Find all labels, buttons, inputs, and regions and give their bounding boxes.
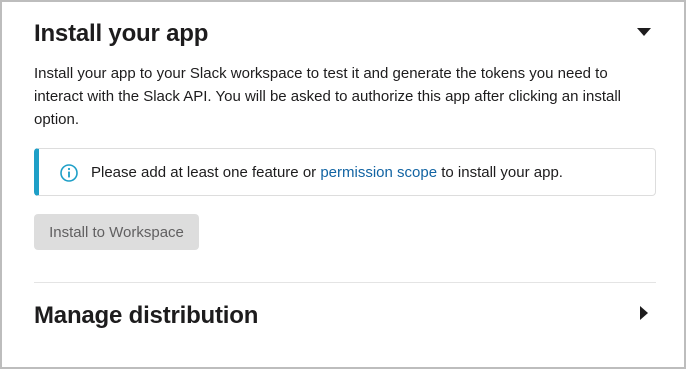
feature-required-notice: Please add at least one feature or permi… (34, 148, 656, 196)
install-to-workspace-button[interactable]: Install to Workspace (34, 214, 199, 250)
distribution-section-toggle[interactable] (634, 305, 654, 325)
install-section-toggle[interactable] (634, 23, 654, 43)
install-app-description: Install your app to your Slack workspace… (34, 65, 621, 128)
notice-text-after: to install your app. (437, 164, 563, 181)
info-icon (59, 163, 79, 183)
caret-down-icon (636, 24, 652, 42)
install-app-heading: Install your app (34, 20, 209, 47)
notice-text: Please add at least one feature or permi… (91, 163, 563, 183)
caret-right-icon (639, 305, 649, 326)
manage-distribution-heading: Manage distribution (34, 302, 259, 329)
section-divider (34, 282, 656, 283)
permission-scope-link[interactable]: permission scope (320, 164, 437, 181)
notice-text-before: Please add at least one feature or (91, 164, 321, 181)
app-settings-panel: Install your app Install your app to you… (0, 0, 686, 369)
